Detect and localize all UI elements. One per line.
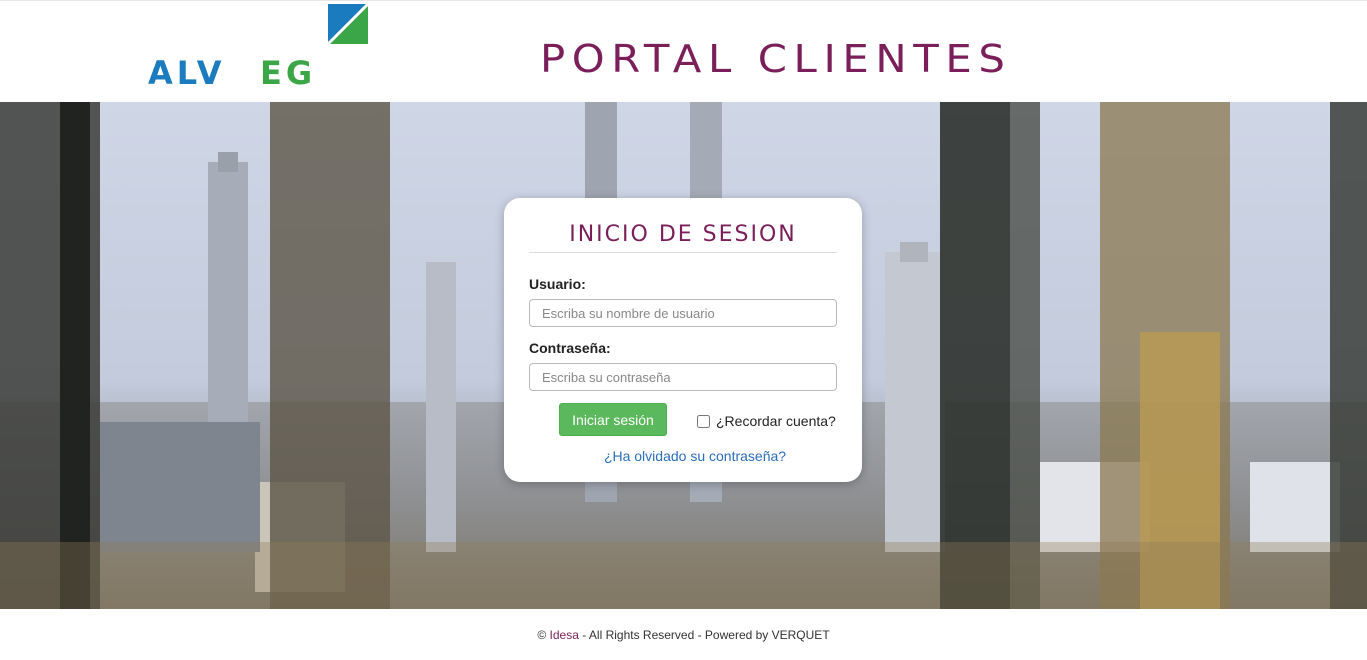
footer-text: - All Rights Reserved - Powered by VERQU… — [578, 628, 830, 642]
login-card: INICIO DE SESION Usuario: Contraseña: In… — [504, 198, 862, 482]
forgot-password-link[interactable]: ¿Ha olvidado su contraseña? — [504, 448, 886, 464]
login-button[interactable]: Iniciar sesión — [559, 403, 667, 436]
svg-text:EG: EG — [260, 54, 316, 88]
title-divider — [529, 252, 837, 253]
portal-title: PORTAL CLIENTES — [540, 37, 1012, 81]
remember-label: ¿Recordar cuenta? — [716, 413, 836, 429]
svg-text:ALV: ALV — [148, 54, 226, 88]
header: ALV EG PORTAL CLIENTES — [0, 0, 1367, 103]
password-label: Contraseña: — [529, 340, 611, 356]
remember-account[interactable]: ¿Recordar cuenta? — [697, 412, 836, 430]
password-input[interactable] — [529, 363, 837, 391]
login-title: INICIO DE SESION — [569, 222, 797, 247]
footer-brand-link[interactable]: Idesa — [550, 628, 579, 642]
footer: © Idesa - All Rights Reserved - Powered … — [0, 609, 1367, 660]
copyright-symbol: © — [537, 628, 547, 642]
remember-checkbox[interactable] — [697, 414, 710, 428]
alveg-logo: ALV EG — [148, 2, 370, 92]
username-input[interactable] — [529, 299, 837, 327]
username-label: Usuario: — [529, 276, 586, 292]
